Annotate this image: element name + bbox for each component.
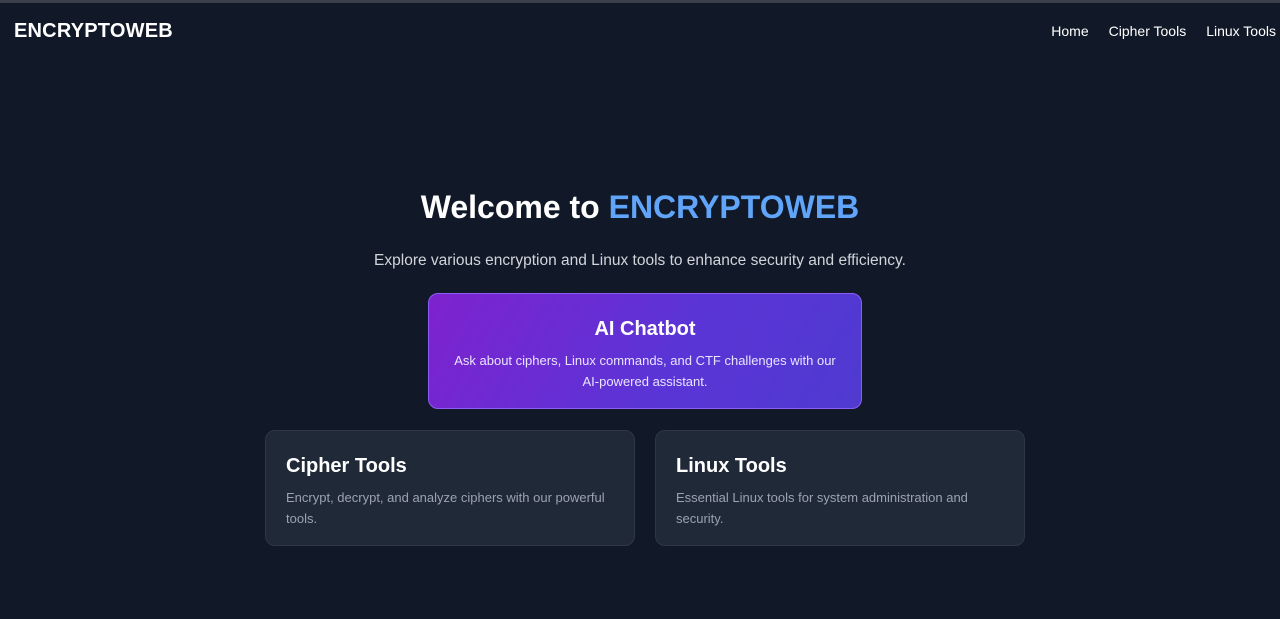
hero-subtitle: Explore various encryption and Linux too… <box>374 252 906 269</box>
nav-link-linux-tools[interactable]: Linux Tools <box>1206 23 1276 39</box>
nav-links: Home Cipher Tools Linux Tools <box>1051 23 1276 39</box>
brand-logo[interactable]: ENCRYPTOWEB <box>14 20 173 43</box>
navbar: ENCRYPTOWEB Home Cipher Tools Linux Tool… <box>0 3 1280 59</box>
hero-section: Welcome to ENCRYPTOWEB Explore various e… <box>0 185 1280 269</box>
cipher-tools-title: Cipher Tools <box>286 455 407 477</box>
nav-link-home[interactable]: Home <box>1051 23 1088 39</box>
nav-link-cipher-tools[interactable]: Cipher Tools <box>1109 23 1187 39</box>
cipher-tools-card[interactable]: Cipher Tools Encrypt, decrypt, and analy… <box>265 430 635 546</box>
ai-chatbot-card[interactable]: AI Chatbot Ask about ciphers, Linux comm… <box>428 293 862 409</box>
ai-chatbot-title: AI Chatbot <box>594 318 696 340</box>
hero-title: Welcome to ENCRYPTOWEB <box>0 185 1280 229</box>
ai-chatbot-description: Ask about ciphers, Linux commands, and C… <box>454 353 836 389</box>
cipher-tools-description: Encrypt, decrypt, and analyze ciphers wi… <box>286 490 605 526</box>
linux-tools-title: Linux Tools <box>676 455 787 477</box>
linux-tools-description: Essential Linux tools for system adminis… <box>676 490 968 526</box>
linux-tools-card[interactable]: Linux Tools Essential Linux tools for sy… <box>655 430 1025 546</box>
hero-title-accent: ENCRYPTOWEB <box>608 189 860 225</box>
hero-title-prefix: Welcome to <box>420 189 609 225</box>
